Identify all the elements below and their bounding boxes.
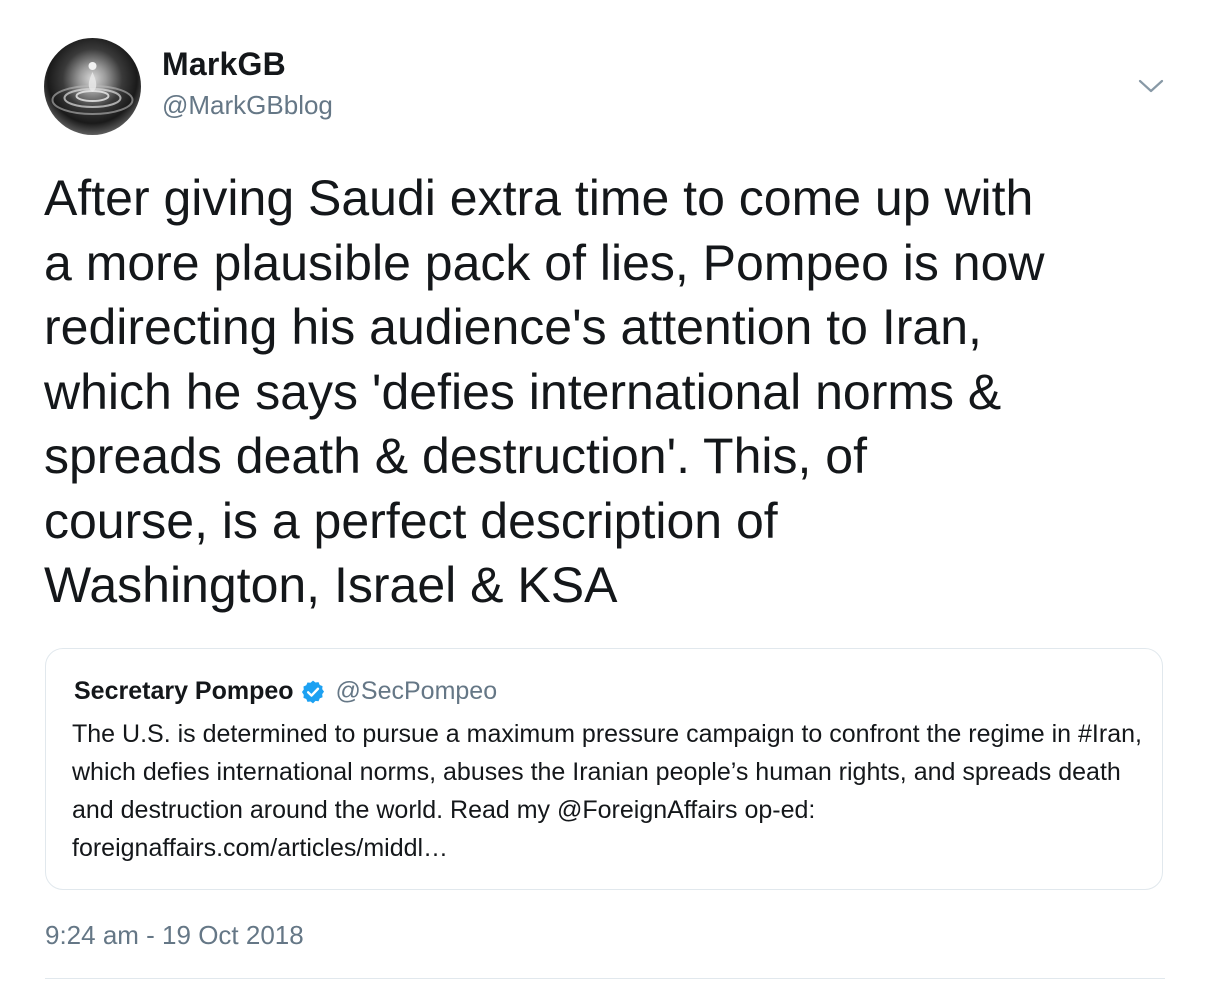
author-handle[interactable]: @MarkGBblog bbox=[162, 90, 333, 121]
quoted-tweet-header: Secretary Pompeo @SecPompeo bbox=[74, 677, 497, 706]
quoted-tweet-text: The U.S. is determined to pursue a maxim… bbox=[72, 720, 1142, 862]
quoted-handle: @SecPompeo bbox=[335, 677, 498, 705]
water-drop-icon bbox=[51, 62, 134, 115]
author-avatar[interactable] bbox=[44, 38, 141, 135]
tweet-card: MarkGB @MarkGBblog After giving Saudi ex… bbox=[0, 0, 1226, 982]
quoted-display-name: Secretary Pompeo bbox=[74, 677, 294, 705]
chevron-down-icon[interactable] bbox=[1135, 72, 1167, 100]
tweet-text: After giving Saudi extra time to come up… bbox=[44, 170, 1045, 613]
quoted-tweet[interactable]: Secretary Pompeo @SecPompeo The U.S. is … bbox=[45, 648, 1163, 890]
author-display-name[interactable]: MarkGB bbox=[162, 46, 286, 83]
tweet-timestamp[interactable]: 9:24 am - 19 Oct 2018 bbox=[45, 920, 304, 951]
divider bbox=[45, 978, 1165, 979]
verified-badge-icon bbox=[300, 679, 326, 705]
